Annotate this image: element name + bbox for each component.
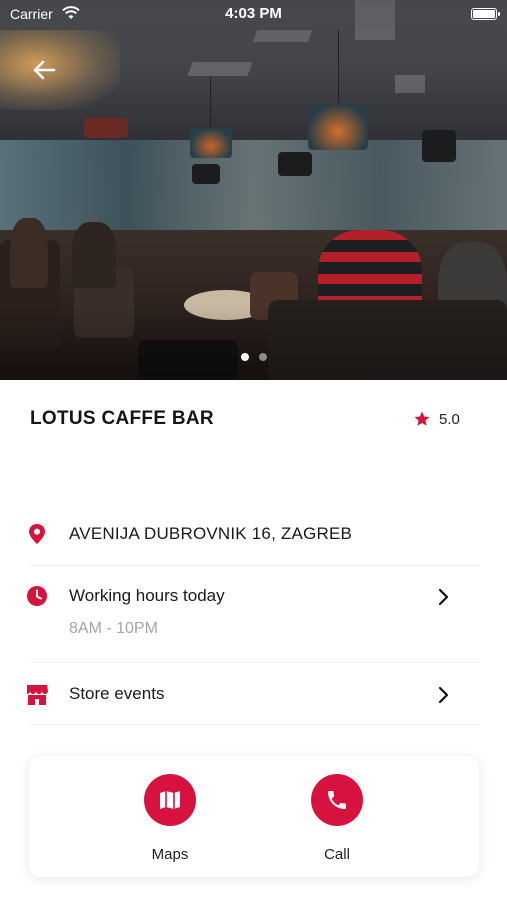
address-text: AVENIJA DUBROVNIK 16, ZAGREB [69,524,353,543]
store-icon [27,685,48,705]
status-time: 4:03 PM [225,5,282,22]
venue-name: LOTUS CAFFE BAR [30,408,214,429]
call-button-circle[interactable] [311,774,363,826]
chevron-right-icon[interactable] [436,588,450,606]
divider [30,662,480,663]
address-row[interactable]: AVENIJA DUBROVNIK 16, ZAGREB [0,522,507,548]
rating: 5.0 [413,408,460,430]
chevron-right-icon[interactable] [436,686,450,704]
map-icon [160,791,180,809]
venue-photo[interactable] [0,0,507,380]
call-label: Call [324,846,350,863]
rating-value: 5.0 [439,410,460,428]
maps-label: Maps [151,846,189,863]
battery-icon [471,8,500,20]
status-bar: Carrier 4:03 PM [0,0,507,30]
divider [30,565,480,566]
working-hours-value: 8AM - 10PM [69,620,158,637]
star-icon [414,411,430,426]
photo-pager[interactable] [0,348,507,361]
divider [30,724,480,725]
pager-dot[interactable] [240,353,249,361]
store-events-row[interactable]: Store events [0,682,507,708]
working-hours-label: Working hours today [69,586,225,605]
store-events-label: Store events [69,684,165,703]
call-button[interactable]: Call [287,774,387,863]
map-pin-icon [29,524,45,544]
working-hours-row[interactable]: Working hours today 8AM - 10PM [0,584,507,644]
clock-icon [27,586,47,606]
maps-button-circle[interactable] [144,774,196,826]
phone-icon [328,791,346,809]
pager-dot[interactable] [258,353,267,361]
actions-card: Maps Call [29,756,479,877]
back-arrow-icon[interactable] [28,54,60,86]
maps-button[interactable]: Maps [120,774,220,863]
